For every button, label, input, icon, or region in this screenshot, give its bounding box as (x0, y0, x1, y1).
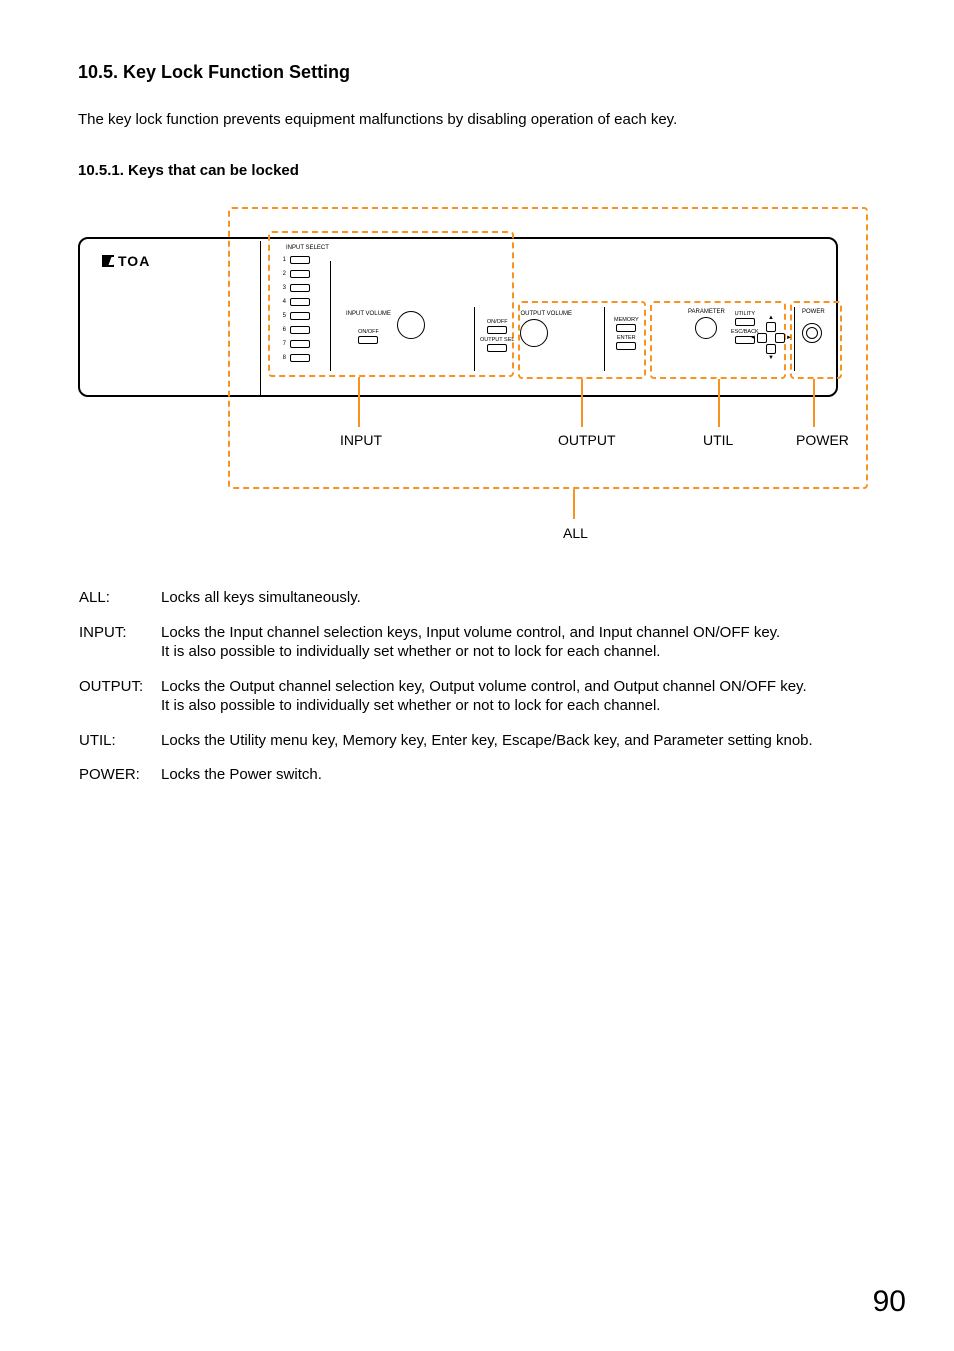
def-desc-util: Locks the Utility menu key, Memory key, … (160, 730, 814, 765)
onoff-label: ON/OFF (346, 329, 391, 335)
panel-divider (330, 261, 331, 371)
def-desc-all: Locks all keys simultaneously. (160, 587, 814, 622)
dpad-cluster: ▲ ◄ ► ▼ (750, 315, 792, 361)
down-key (766, 344, 776, 354)
channel-number: 1 (276, 257, 286, 263)
channel-key (290, 326, 310, 334)
enter-label: ENTER (614, 335, 639, 341)
power-switch (802, 323, 822, 343)
channel-key (290, 284, 310, 292)
right-arrow-icon: ► (786, 335, 792, 341)
def-term-all: ALL: (78, 587, 160, 622)
parameter-label: PARAMETER (688, 309, 725, 315)
output-volume-knob (520, 319, 548, 347)
input-volume-cluster: INPUT VOLUME ON/OFF (346, 311, 425, 344)
util-cluster: MEMORY ENTER (614, 309, 639, 350)
def-desc-input: Locks the Input channel selection keys, … (160, 622, 814, 676)
channel-number: 2 (276, 271, 286, 277)
def-term-input: INPUT: (78, 622, 160, 676)
def-desc-power: Locks the Power switch. (160, 764, 814, 799)
memory-label: MEMORY (614, 317, 639, 323)
output-sel-label: OUTPUT SEL (480, 337, 514, 343)
output-sel-key (487, 344, 507, 352)
up-arrow-icon: ▲ (768, 315, 774, 321)
group-label-all: ALL (563, 525, 588, 541)
panel-divider (474, 307, 475, 371)
def-desc-output: Locks the Output channel selection key, … (160, 676, 814, 730)
left-key (757, 333, 767, 343)
input-volume-knob (397, 311, 425, 339)
section-heading: 10.5. Key Lock Function Setting (78, 62, 876, 83)
page-number: 90 (873, 1285, 906, 1319)
memory-key (616, 324, 636, 332)
parameter-cluster: PARAMETER UTILITY ESC/BACK (688, 309, 759, 344)
channel-key (290, 340, 310, 348)
channel-number: 3 (276, 285, 286, 291)
diagram: INPUT OUTPUT UTIL POWER ALL TOA INPUT SE… (78, 207, 858, 547)
output-volume-label: OUTPUT VOLUME (520, 311, 572, 317)
power-label: POWER (802, 309, 825, 315)
left-arrow-icon: ◄ (750, 335, 756, 341)
right-key (775, 333, 785, 343)
channel-key (290, 256, 310, 264)
toa-logo: TOA (102, 253, 150, 269)
group-label-output: OUTPUT (558, 432, 616, 448)
group-label-input: INPUT (340, 432, 382, 448)
onoff-key (487, 326, 507, 334)
onoff-label: ON/OFF (480, 319, 514, 325)
def-term-power: POWER: (78, 764, 160, 799)
down-arrow-icon: ▼ (768, 355, 774, 361)
device-panel: TOA INPUT SELECT 1 2 3 4 5 6 7 8 INPUT V… (80, 239, 836, 395)
channel-key (290, 354, 310, 362)
definition-list: ALL: Locks all keys simultaneously. INPU… (78, 587, 814, 799)
channel-number: 6 (276, 327, 286, 333)
channel-key (290, 312, 310, 320)
input-select-column: INPUT SELECT 1 2 3 4 5 6 7 8 (276, 245, 329, 365)
enter-key (616, 342, 636, 350)
input-select-label: INPUT SELECT (286, 245, 329, 251)
power-cluster: POWER (802, 309, 825, 343)
panel-divider (604, 307, 605, 371)
channel-key (290, 270, 310, 278)
group-label-power: POWER (796, 432, 849, 448)
def-term-output: OUTPUT: (78, 676, 160, 730)
output-volume-cluster: ON/OFF OUTPUT SEL OUTPUT VOLUME (480, 311, 572, 352)
up-key (766, 322, 776, 332)
subsection-heading: 10.5.1. Keys that can be locked (78, 162, 876, 179)
channel-number: 5 (276, 313, 286, 319)
panel-divider (794, 307, 795, 371)
input-volume-label: INPUT VOLUME (346, 311, 391, 317)
def-term-util: UTIL: (78, 730, 160, 765)
channel-key (290, 298, 310, 306)
channel-number: 4 (276, 299, 286, 305)
parameter-knob (695, 317, 717, 339)
channel-number: 7 (276, 341, 286, 347)
channel-number: 8 (276, 355, 286, 361)
intro-text: The key lock function prevents equipment… (78, 111, 876, 128)
onoff-key (358, 336, 378, 344)
group-label-util: UTIL (703, 432, 733, 448)
leader-line (573, 489, 575, 519)
